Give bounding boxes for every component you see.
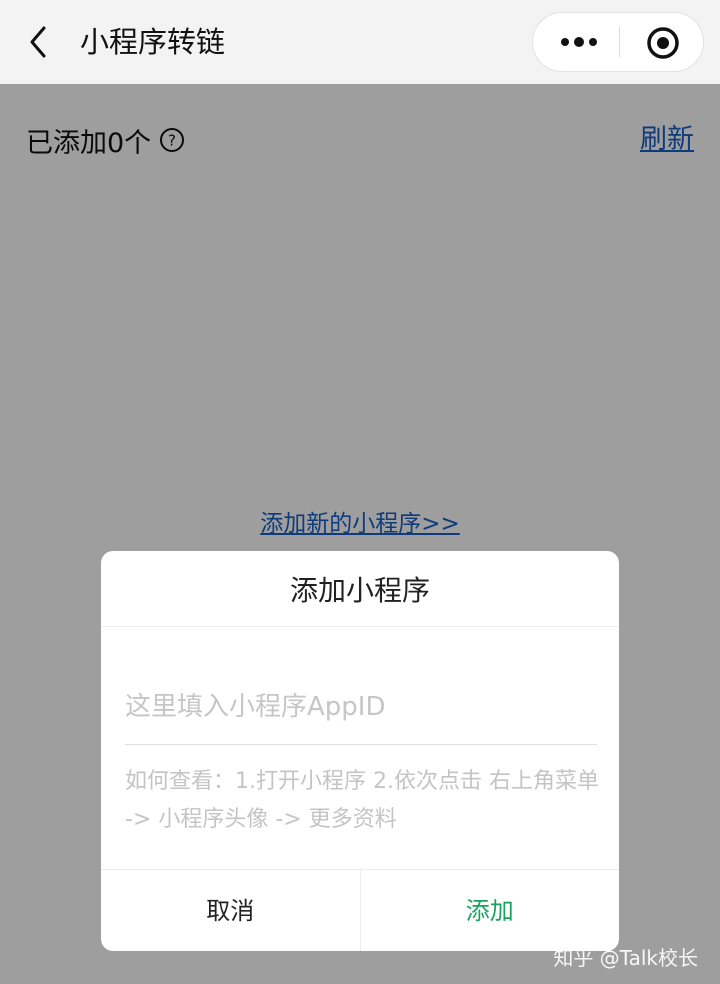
dialog-actions: 取消 添加: [101, 869, 619, 951]
page-title: 小程序转链: [80, 25, 226, 59]
add-button[interactable]: 添加: [361, 870, 620, 951]
appid-input[interactable]: [125, 669, 597, 745]
cancel-button[interactable]: 取消: [101, 870, 361, 951]
dialog-title: 添加小程序: [101, 551, 619, 627]
watermark: 知乎 @Talk校长: [553, 946, 698, 970]
appid-hint: 如何查看：1.打开小程序 2.依次点击 右上角菜单 -> 小程序头像 -> 更多…: [125, 769, 599, 832]
more-dots-icon[interactable]: [551, 26, 607, 58]
menu-capsule: [532, 12, 704, 72]
nav-bar: 小程序转链: [0, 0, 720, 84]
add-miniprogram-dialog: 添加小程序 如何查看：1.打开小程序 2.依次点击 右上角菜单 -> 小程序头像…: [101, 551, 619, 951]
chevron-left-icon[interactable]: [24, 22, 54, 62]
target-circle-icon[interactable]: [645, 25, 681, 61]
capsule-divider: [619, 27, 620, 57]
